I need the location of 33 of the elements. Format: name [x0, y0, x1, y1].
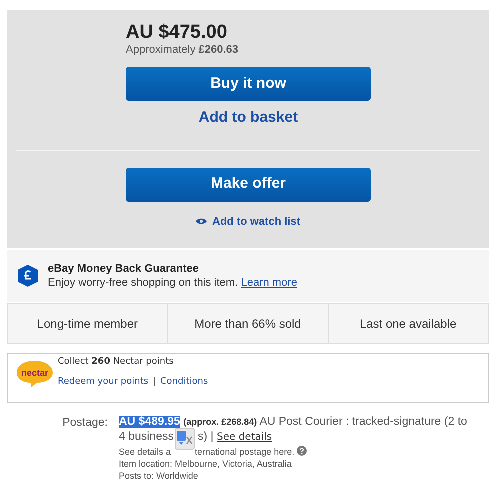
- international-postage-text: ternational postage here.: [195, 447, 295, 457]
- translate-icon[interactable]: [174, 428, 195, 450]
- postage-service: AU Post Courier : tracked-signature (2 to: [260, 416, 468, 428]
- approximate-price: Approximately £260.63: [126, 44, 240, 57]
- separator-text: |: [210, 431, 214, 443]
- help-icon[interactable]: [297, 446, 308, 456]
- item-price: AU $475.00: [126, 22, 228, 44]
- shield-pound-icon: [18, 265, 38, 287]
- guarantee-text: Enjoy worry-free shopping on this item. Learn more: [48, 276, 298, 290]
- separator-text: |: [153, 376, 156, 386]
- learn-more-link[interactable]: Learn more: [241, 277, 298, 289]
- make-offer-button[interactable]: Make offer: [126, 168, 371, 202]
- item-location-text: Item location: Melbourne, Victoria, Australia: [119, 458, 293, 470]
- postage-price: AU $489.95: [119, 416, 180, 428]
- highlight-cell-text: Long-time member: [36, 316, 140, 332]
- postage-approx-price: (approx. £268.84): [184, 417, 258, 427]
- international-postage-text: See details a: [119, 447, 172, 457]
- postage-service-text: s): [198, 431, 208, 443]
- redeem-points-link[interactable]: Redeem your points: [58, 376, 149, 386]
- conditions-link[interactable]: Conditions: [160, 376, 208, 386]
- highlight-cell: More than 66% sold: [167, 304, 328, 343]
- postage-service-text: 4 business: [119, 431, 174, 443]
- nectar-logo: nectar: [16, 359, 54, 389]
- posts-to-text: Posts to: Worldwide: [119, 470, 200, 482]
- postage-label: Postage:: [62, 416, 109, 431]
- watch-list-link[interactable]: Add to watch list: [212, 214, 300, 230]
- highlight-cell: Last one available: [328, 304, 488, 343]
- nectar-points-text: Collect 260 Nectar points: [58, 356, 175, 368]
- add-to-basket-link[interactable]: Add to basket: [198, 107, 298, 130]
- see-details-link[interactable]: See details: [216, 432, 272, 443]
- buy-now-button[interactable]: Buy it now: [126, 67, 371, 101]
- eye-icon: [196, 218, 206, 226]
- guarantee-title: eBay Money Back Guarantee: [48, 262, 200, 276]
